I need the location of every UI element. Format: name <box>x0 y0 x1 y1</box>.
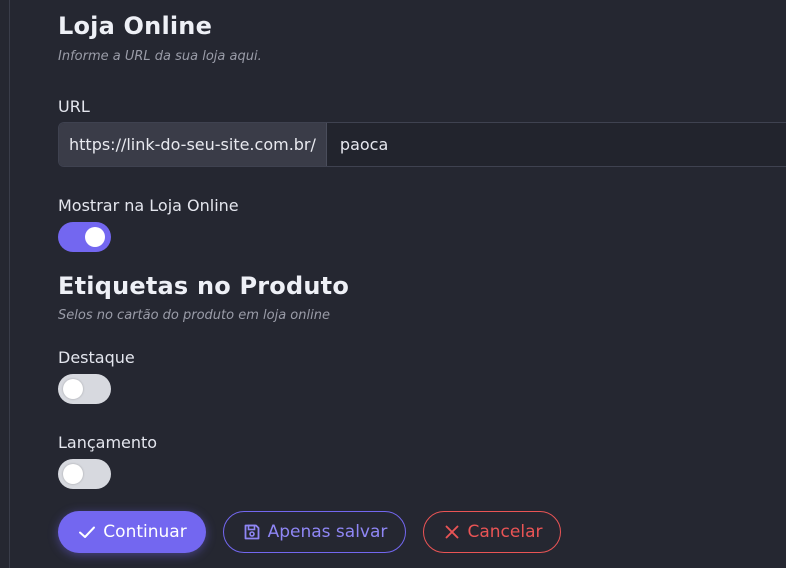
new-release-toggle[interactable] <box>58 459 111 489</box>
settings-panel: Loja Online Informe a URL da sua loja aq… <box>0 0 786 568</box>
save-only-label: Apenas salvar <box>267 522 388 542</box>
product-tags-subtitle: Selos no cartão do produto em loja onlin… <box>58 308 330 323</box>
show-online-toggle[interactable] <box>58 222 111 252</box>
floppy-disk-icon <box>244 524 259 540</box>
online-store-title: Loja Online <box>58 12 213 40</box>
url-slug-input[interactable] <box>326 123 786 166</box>
toggle-knob <box>63 464 83 484</box>
show-online-label: Mostrar na Loja Online <box>58 196 239 215</box>
highlight-label: Destaque <box>58 348 135 367</box>
continue-label: Continuar <box>103 522 187 542</box>
cancel-label: Cancelar <box>467 522 543 542</box>
continue-button[interactable]: Continuar <box>58 511 206 553</box>
product-tags-title: Etiquetas no Produto <box>58 272 350 300</box>
cancel-button[interactable]: Cancelar <box>423 511 561 553</box>
close-icon <box>445 525 458 539</box>
url-label: URL <box>58 97 90 116</box>
save-only-button[interactable]: Apenas salvar <box>223 511 406 553</box>
online-store-subtitle: Informe a URL da sua loja aqui. <box>58 49 262 64</box>
url-input-group: https://link-do-seu-site.com.br/ <box>58 122 786 167</box>
url-prefix: https://link-do-seu-site.com.br/ <box>59 123 327 166</box>
new-release-label: Lançamento <box>58 433 158 452</box>
check-icon <box>79 526 96 538</box>
highlight-toggle[interactable] <box>58 374 111 404</box>
toggle-knob <box>85 227 105 247</box>
panel-divider <box>9 0 10 568</box>
toggle-knob <box>63 379 83 399</box>
